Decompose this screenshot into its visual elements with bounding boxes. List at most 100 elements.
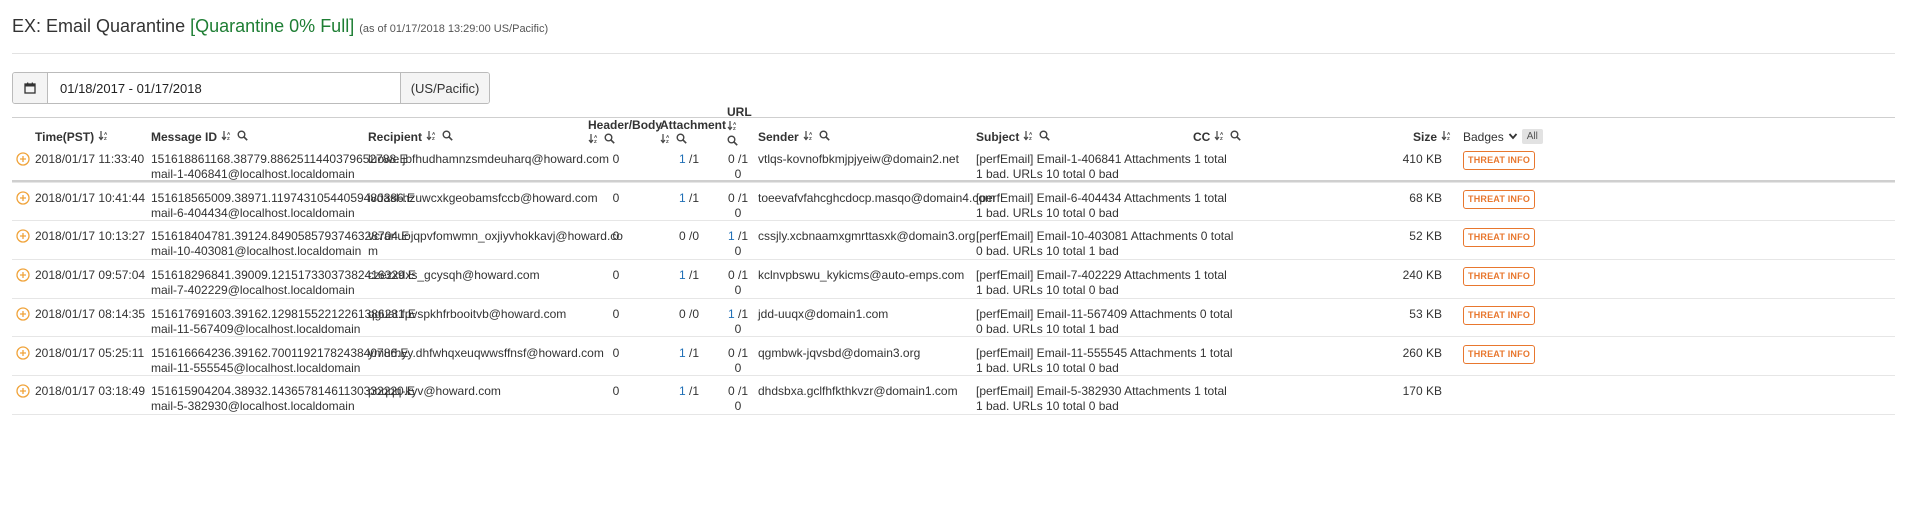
attachment-bad-count[interactable]: 1 [679,268,686,282]
url-bad-count[interactable]: 1 [728,229,735,243]
column-header-time[interactable]: Time(PST) A Z [35,130,109,144]
url-extra: 0 [734,321,742,336]
plus-circle-icon[interactable] [16,152,30,166]
column-actions: AZ [221,130,248,144]
svg-text:Z: Z [104,136,107,141]
column-header-subject[interactable]: Subject A Z [976,130,1051,144]
column-header-badges[interactable]: Badges All [1463,129,1543,144]
table-row[interactable]: 2018/01/17 09:57:04 151618296841.39009.12… [12,259,1895,299]
page-title-row: EX: Email Quarantine [Quarantine 0% Full… [12,16,548,37]
time-cell: 2018/01/17 03:18:49 [35,384,146,399]
calendar-icon[interactable] [13,73,48,103]
as-of-timestamp: (as of 01/17/2018 13:29:00 US/Pacific) [359,23,549,35]
message-id-line: mail-5-382930@localhost.localdomain [151,399,355,414]
plus-circle-icon[interactable] [16,384,30,398]
attachment-total: /1 [689,345,700,360]
message-id-line: mail-11-567409@localhost.localdomain [151,321,361,336]
column-label-subject: Subject [976,130,1020,144]
sort-icon[interactable]: AZ [1023,130,1034,144]
threat-info-badge[interactable]: THREAT INFO [1463,189,1536,209]
subject-cell: [perfEmail] Email-7-402229 Attachments 1… [976,268,1227,298]
recipient-line: poqqq-kyv@howard.com [368,384,501,399]
sort-icon[interactable]: AZ [727,120,738,134]
search-icon[interactable] [237,130,248,144]
subject-cell: [perfEmail] Email-11-555545 Attachments … [976,346,1233,376]
attachment-cell: 1 /1 [679,191,699,206]
sender-cell: qgmbwk-jqvsbd@domain3.org [758,345,921,360]
size-cell: 170 KB [1402,384,1442,399]
time-cell: 2018/01/17 08:14:35 [35,306,146,321]
sender-cell: toeevafvfahcghcdocp.masqo@domain4.com [758,190,995,205]
sender-cell: jdd-uuqx@domain1.com [758,306,889,321]
sender-cell: dhdsbxa.gclfhfkthkvzr@domain1.com [758,384,958,399]
column-actions: AZ [1441,130,1452,144]
threat-info-badge[interactable]: THREAT INFO [1463,228,1536,248]
url-total: /1 [738,152,749,166]
column-header-message-id[interactable]: Message ID A Z [151,130,248,144]
threat-info-badge[interactable]: THREAT INFO [1463,151,1536,170]
url-extra: 0 [734,399,742,414]
url-total: /1 [738,229,749,244]
recipient-line: vcranuojqpvfomwmn_oxjiyvhokkavj@howard.c… [368,229,623,244]
header-body-cell: 0 [612,229,620,244]
plus-circle-icon[interactable] [16,345,30,360]
subject-line: [perfEmail] Email-11-555545 Attachments … [976,345,1233,360]
sort-icon[interactable]: AZ [1214,130,1225,144]
table-row[interactable]: 2018/01/17 10:41:44 151618565009.38971.11… [12,182,1895,222]
search-icon[interactable] [442,130,453,144]
url-cell: 0 /1 0 [728,191,748,221]
column-actions: AZ [1214,130,1242,144]
sort-icon[interactable]: AZ [1441,130,1452,144]
subject-cell: [perfEmail] Email-10-403081 Attachments … [976,229,1233,259]
url-cell: 0 /1 0 [728,152,748,182]
search-icon[interactable] [1039,130,1051,144]
url-cell: 0 /1 0 [728,384,748,414]
table-row[interactable]: 2018/01/17 10:13:27 151618404781.39124.84… [12,220,1895,261]
table-row[interactable]: 2018/01/17 08:14:35 151617691603.39162.12… [12,298,1895,338]
search-icon[interactable] [1230,130,1242,144]
subject-cell: [perfEmail] Email-11-567409 Attachments … [976,307,1233,337]
page-title: EX: Email Quarantine [12,16,186,36]
plus-circle-icon[interactable] [16,229,30,244]
sort-icon[interactable]: AZ [803,130,814,144]
recipient-line: luowe.jbfhudhamnzsmdeuharq@howard.com [368,152,609,166]
attachment-bad-count[interactable]: 1 [679,384,686,398]
subject-line: 0 bad. URLs 10 total 1 bad [976,244,1119,259]
column-label-url: URL [727,105,752,119]
threat-info-badge[interactable]: THREAT INFO [1463,305,1536,325]
header-body-cell: 0 [612,384,620,399]
attachment-bad-count[interactable]: 1 [679,191,686,205]
url-bad-count[interactable]: 1 [728,307,735,321]
attachment-total: /0 [689,229,700,244]
column-header-sender[interactable]: Sender A Z [758,130,830,144]
table-row[interactable]: 2018/01/17 11:33:40 151618861168.38779.88… [12,143,1895,183]
attachment-bad-count[interactable]: 1 [679,152,686,166]
recipient-cell: luowe.jbfhudhamnzsmdeuharq@howard.com [368,152,609,167]
column-header-recipient[interactable]: Recipient A Z [368,130,453,144]
sort-icon[interactable]: AZ [98,130,109,144]
threat-info-badge[interactable]: THREAT INFO [1463,344,1536,364]
threat-info-badge[interactable]: THREAT INFO [1463,267,1536,287]
url-bad-count: 0 [728,268,735,283]
column-label-attachment: Attachment [660,118,727,132]
date-range-input[interactable]: 01/18/2017 - 01/17/2018 [48,73,400,103]
subject-line: 1 bad. URLs 10 total 0 bad [976,399,1119,414]
divider [12,117,1895,118]
sort-icon[interactable]: AZ [221,130,232,144]
column-header-size[interactable]: Size A Z [1413,130,1452,144]
plus-circle-icon[interactable] [16,268,30,282]
chevron-down-icon[interactable] [1508,130,1518,144]
date-range-picker[interactable]: 01/18/2017 - 01/17/2018 (US/Pacific) [12,72,490,104]
search-icon[interactable] [819,130,830,144]
recipient-cell: poqqq-kyv@howard.com [368,384,501,399]
url-extra: 0 [734,167,742,181]
column-header-cc[interactable]: CC A Z [1193,130,1242,144]
table-row[interactable]: 2018/01/17 03:18:49 151615904204.38932.14… [12,375,1895,415]
plus-circle-icon[interactable] [16,191,30,205]
table-row[interactable]: 2018/01/17 05:25:11 151616664236.39162.70… [12,337,1895,377]
svg-text:Z: Z [1220,136,1223,141]
attachment-bad-count[interactable]: 1 [679,346,686,360]
plus-circle-icon[interactable] [16,307,30,321]
sort-icon[interactable]: AZ [426,130,437,144]
badges-all-button[interactable]: All [1521,129,1543,144]
